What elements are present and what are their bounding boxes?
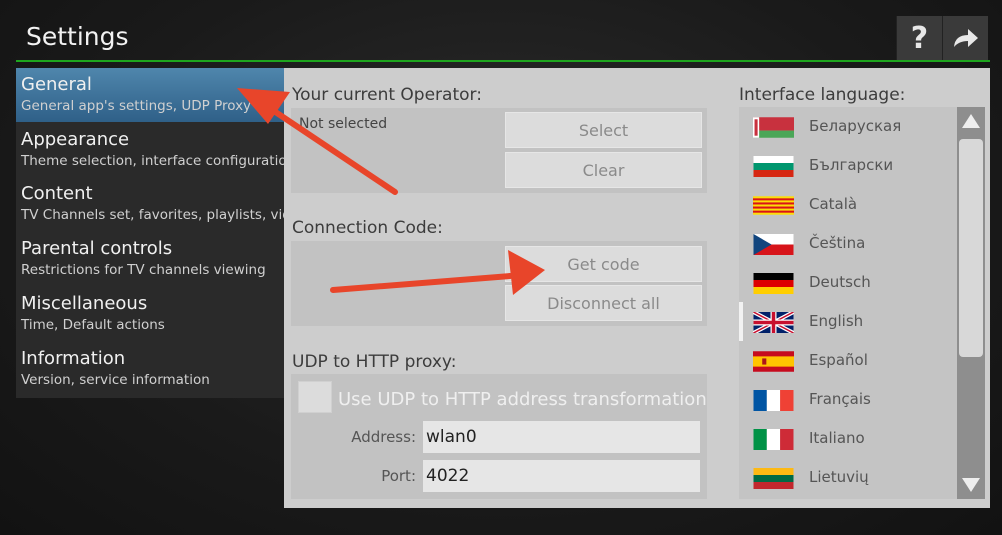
header-divider xyxy=(16,60,990,62)
language-name: Español xyxy=(809,351,868,369)
language-name: Български xyxy=(809,156,894,174)
language-item-bulgarian[interactable]: Български xyxy=(739,146,957,185)
forward-arrow-icon xyxy=(953,29,978,47)
help-icon: ? xyxy=(910,20,929,56)
udp-transform-checkbox[interactable] xyxy=(298,381,332,413)
spain-flag-icon xyxy=(753,351,794,372)
udp-proxy-label: UDP to HTTP proxy: xyxy=(292,352,457,372)
disconnect-all-button[interactable]: Disconnect all xyxy=(505,285,702,321)
operator-value: Not selected xyxy=(299,116,388,132)
udp-transform-label[interactable]: Use UDP to HTTP address transformation xyxy=(338,389,707,410)
sidebar-item-title: Miscellaneous xyxy=(21,293,148,314)
sidebar-item-subtitle: Theme selection, interface configuration xyxy=(21,153,284,169)
page-title: Settings xyxy=(26,22,129,51)
lithuania-flag-icon xyxy=(753,468,794,489)
language-name: Deutsch xyxy=(809,273,871,291)
port-field[interactable]: 4022 xyxy=(423,460,700,492)
help-button[interactable]: ? xyxy=(896,16,942,60)
selected-marker xyxy=(739,302,743,341)
clear-operator-button[interactable]: Clear xyxy=(505,152,702,188)
language-item-english[interactable]: English xyxy=(739,302,957,341)
language-name: English xyxy=(809,312,864,330)
belarus-flag-icon xyxy=(753,117,794,138)
sidebar-item-subtitle: Version, service information xyxy=(21,372,210,388)
sidebar-item-miscellaneous[interactable]: Miscellaneous Time, Default actions xyxy=(16,287,284,341)
sidebar-item-title: Content xyxy=(21,183,93,204)
sidebar-item-appearance[interactable]: Appearance Theme selection, interface co… xyxy=(16,123,284,177)
sidebar-item-subtitle: Restrictions for TV channels viewing xyxy=(21,262,266,278)
language-item-spanish[interactable]: Español xyxy=(739,341,957,380)
select-operator-button[interactable]: Select xyxy=(505,112,702,148)
scroll-up-icon[interactable] xyxy=(961,111,981,131)
language-item-czech[interactable]: Čeština xyxy=(739,224,957,263)
language-label: Interface language: xyxy=(739,85,906,105)
sidebar-item-parental-controls[interactable]: Parental controls Restrictions for TV ch… xyxy=(16,232,284,286)
header-buttons: ? xyxy=(896,16,988,60)
language-item-catalan[interactable]: Català xyxy=(739,185,957,224)
language-item-lithuanian[interactable]: Lietuvių xyxy=(739,458,957,497)
forward-button[interactable] xyxy=(942,16,988,60)
header-bar: Settings ? xyxy=(0,0,1002,62)
scroll-down-icon[interactable] xyxy=(961,475,981,495)
sidebar-item-title: Information xyxy=(21,348,126,369)
language-name: Беларуская xyxy=(809,117,902,135)
get-code-button[interactable]: Get code xyxy=(505,246,702,282)
language-item-italian[interactable]: Italiano xyxy=(739,419,957,458)
language-scrollbar[interactable] xyxy=(957,107,985,499)
port-label: Port: xyxy=(381,467,416,485)
catalonia-flag-icon xyxy=(753,196,794,215)
sidebar-item-title: Parental controls xyxy=(21,238,173,259)
connection-code-label: Connection Code: xyxy=(292,218,443,238)
language-list[interactable]: Беларуская Български Català Čeština Deut… xyxy=(739,107,957,499)
language-item-french[interactable]: Français xyxy=(739,380,957,419)
italy-flag-icon xyxy=(753,429,794,450)
sidebar-item-general[interactable]: General General app's settings, UDP Prox… xyxy=(16,68,284,122)
sidebar-item-subtitle: TV Channels set, favorites, playlists, v… xyxy=(21,207,284,223)
sidebar-item-information[interactable]: Information Version, service information xyxy=(16,342,284,396)
scroll-thumb[interactable] xyxy=(959,139,983,357)
czech-flag-icon xyxy=(753,234,794,255)
france-flag-icon xyxy=(753,390,794,411)
language-name: Lietuvių xyxy=(809,468,869,486)
uk-flag-icon xyxy=(753,312,794,333)
sidebar-item-title: General xyxy=(21,74,92,95)
sidebar-item-subtitle: Time, Default actions xyxy=(21,317,165,333)
sidebar-item-title: Appearance xyxy=(21,129,130,150)
language-name: Čeština xyxy=(809,234,866,252)
language-item-german[interactable]: Deutsch xyxy=(739,263,957,302)
sidebar: General General app's settings, UDP Prox… xyxy=(16,68,284,398)
sidebar-item-content[interactable]: Content TV Channels set, favorites, play… xyxy=(16,177,284,231)
sidebar-item-subtitle: General app's settings, UDP Proxy xyxy=(21,98,252,114)
language-name: Català xyxy=(809,195,858,213)
language-item-belarusian[interactable]: Беларуская xyxy=(739,107,957,146)
operator-label: Your current Operator: xyxy=(292,85,482,105)
bulgaria-flag-icon xyxy=(753,156,794,177)
address-label: Address: xyxy=(351,428,416,446)
address-field[interactable]: wlan0 xyxy=(423,421,700,453)
language-name: Français xyxy=(809,390,871,408)
germany-flag-icon xyxy=(753,273,794,294)
language-name: Italiano xyxy=(809,429,865,447)
